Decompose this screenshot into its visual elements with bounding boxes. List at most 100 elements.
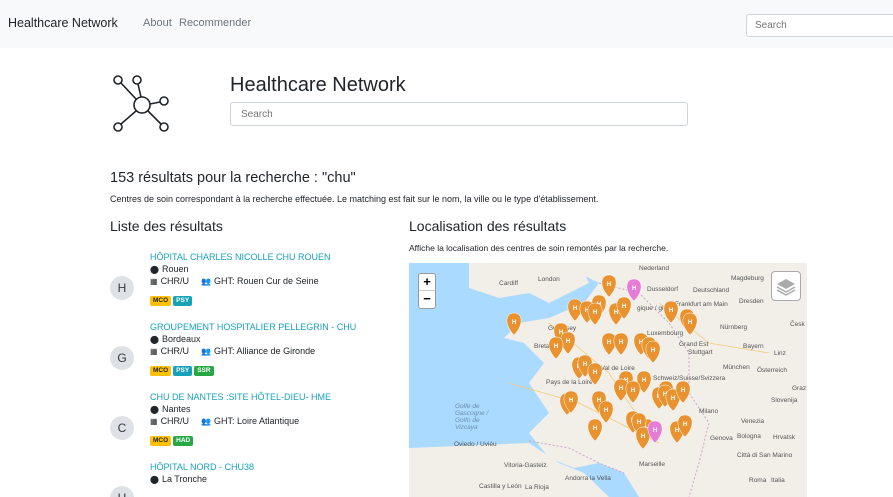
result-city: ⬤ Rouen — [150, 264, 189, 274]
result-item: H HÔPITAL CHARLES NICOLLE CHU ROUEN ⬤ Rou… — [110, 252, 390, 322]
hero-search-input[interactable] — [230, 102, 688, 126]
result-item: G GROUPEMENT HOSPITALIER PELLEGRIN - CHU… — [110, 322, 390, 392]
tag-badge: SSR — [194, 366, 214, 376]
hospital-marker[interactable]: H — [625, 380, 641, 404]
avatar: G — [110, 346, 134, 370]
hospital-marker[interactable]: H — [548, 336, 564, 360]
svg-text:H: H — [566, 339, 570, 345]
svg-text:H: H — [622, 304, 626, 310]
hospital-marker[interactable]: H — [613, 332, 629, 356]
result-item: H HÔPITAL NORD - CHU38 ⬤La Tronche — [110, 462, 390, 497]
result-meta: ▦ CHR/U 👥 GHT: Alliance de Gironde — [150, 346, 316, 356]
hospital-marker[interactable]: H — [663, 300, 679, 324]
results-description: Centres de soin correspondant à la reche… — [110, 194, 599, 204]
users-icon: 👥 — [201, 277, 212, 286]
result-name-link[interactable]: HÔPITAL CHARLES NICOLLE CHU ROUEN — [150, 252, 331, 262]
tag-badge: PSY — [173, 296, 193, 306]
users-icon: 👥 — [201, 347, 212, 356]
result-city: ⬤ La Tronche — [150, 474, 207, 484]
svg-text:H: H — [653, 428, 657, 434]
hospital-marker[interactable]: H — [647, 420, 663, 444]
hospital-marker[interactable]: H — [506, 312, 522, 336]
svg-text:H: H — [675, 428, 679, 434]
avatar: H — [110, 276, 134, 300]
map-marker-icon: ⬤ — [150, 335, 159, 344]
svg-text:H: H — [641, 434, 645, 440]
hospital-marker[interactable]: H — [601, 332, 617, 356]
svg-text:H: H — [604, 408, 608, 414]
map-marker-icon: ⬤ — [150, 265, 159, 274]
hospital-marker[interactable]: H — [587, 418, 603, 442]
result-tags: MCO HAD — [150, 429, 195, 446]
result-name-link[interactable]: CHU DE NANTES :SITE HÔTEL-DIEU- HME — [150, 392, 331, 402]
results-title: 153 résultats pour la recherche : "chu" — [110, 170, 356, 186]
svg-text:H: H — [637, 420, 641, 426]
svg-text:H: H — [593, 370, 597, 376]
results-map[interactable]: Cardiff London Nederland Magdeburg Dusse… — [409, 263, 807, 497]
svg-text:H: H — [614, 310, 618, 316]
svg-text:H: H — [651, 348, 655, 354]
map-heading: Localisation des résultats — [409, 218, 567, 234]
svg-text:H: H — [683, 422, 687, 428]
hospital-marker[interactable]: H — [645, 340, 661, 364]
navbar: Healthcare Network About Recommender — [0, 0, 893, 48]
result-name-link[interactable]: HÔPITAL NORD - CHU38 — [150, 462, 254, 472]
hospital-marker[interactable]: H — [598, 400, 614, 424]
hospital-marker[interactable]: H — [587, 362, 603, 386]
svg-text:H: H — [669, 308, 673, 314]
svg-text:H: H — [607, 282, 611, 288]
svg-text:H: H — [569, 398, 573, 404]
svg-text:H: H — [593, 426, 597, 432]
svg-text:H: H — [631, 388, 635, 394]
building-icon: ▦ — [150, 277, 158, 286]
result-tags: MCO PSY SSR — [150, 359, 216, 376]
tag-badge: MCO — [150, 436, 172, 446]
result-meta: ▦ CHR/U 👥 GHT: Rouen Cur de Seine — [150, 276, 319, 286]
zoom-out-button[interactable]: − — [419, 291, 435, 308]
tag-badge: HAD — [173, 436, 194, 446]
network-graph-icon — [113, 75, 169, 132]
result-item: C CHU DE NANTES :SITE HÔTEL-DIEU- HME ⬤ N… — [110, 392, 390, 462]
svg-text:H: H — [681, 388, 685, 394]
zoom-in-button[interactable]: + — [419, 274, 435, 291]
map-marker-icon: ⬤ — [150, 405, 159, 414]
result-meta: ▦ CHR/U 👥 GHT: Loire Atlantique — [150, 416, 300, 426]
svg-text:H: H — [671, 396, 675, 402]
svg-text:H: H — [619, 386, 623, 392]
svg-text:H: H — [607, 340, 611, 346]
hospital-marker[interactable]: H — [682, 312, 698, 336]
tag-badge: PSY — [173, 366, 193, 376]
svg-text:H: H — [554, 344, 558, 350]
avatar: H — [110, 486, 134, 497]
list-heading: Liste des résultats — [110, 218, 223, 234]
svg-text:H: H — [512, 320, 516, 326]
svg-text:H: H — [642, 378, 646, 384]
marker-layer: HHHHHHHHHHHHHHHHHHHHHHHHHHHHHHHHHHHHHHHH… — [506, 274, 698, 450]
users-icon: 👥 — [201, 417, 212, 426]
map-marker-icon: ⬤ — [150, 475, 159, 484]
result-tags: MCO PSY — [150, 289, 194, 306]
svg-text:H: H — [619, 340, 623, 346]
building-icon: ▦ — [150, 347, 158, 356]
navbar-brand[interactable]: Healthcare Network — [8, 16, 118, 30]
avatar: C — [110, 416, 134, 440]
nav-link-recommender[interactable]: Recommender — [179, 17, 251, 29]
svg-text:H: H — [632, 286, 636, 292]
result-city: ⬤ Nantes — [150, 404, 191, 414]
svg-text:H: H — [573, 306, 577, 312]
zoom-control: + − — [418, 273, 436, 309]
layers-button[interactable] — [771, 271, 801, 301]
svg-text:H: H — [583, 362, 587, 368]
nav-link-about[interactable]: About — [143, 17, 172, 29]
hospital-marker[interactable]: H — [626, 278, 642, 302]
svg-text:H: H — [593, 310, 597, 316]
tag-badge: MCO — [150, 296, 172, 306]
navbar-search-input[interactable] — [746, 14, 893, 37]
result-name-link[interactable]: GROUPEMENT HOSPITALIER PELLEGRIN - CHU — [150, 322, 356, 332]
hospital-marker[interactable]: H — [601, 274, 617, 298]
result-city: ⬤ Bordeaux — [150, 334, 201, 344]
building-icon: ▦ — [150, 417, 158, 426]
tag-badge: MCO — [150, 366, 172, 376]
svg-text:H: H — [688, 320, 692, 326]
hospital-marker[interactable]: H — [587, 302, 603, 326]
